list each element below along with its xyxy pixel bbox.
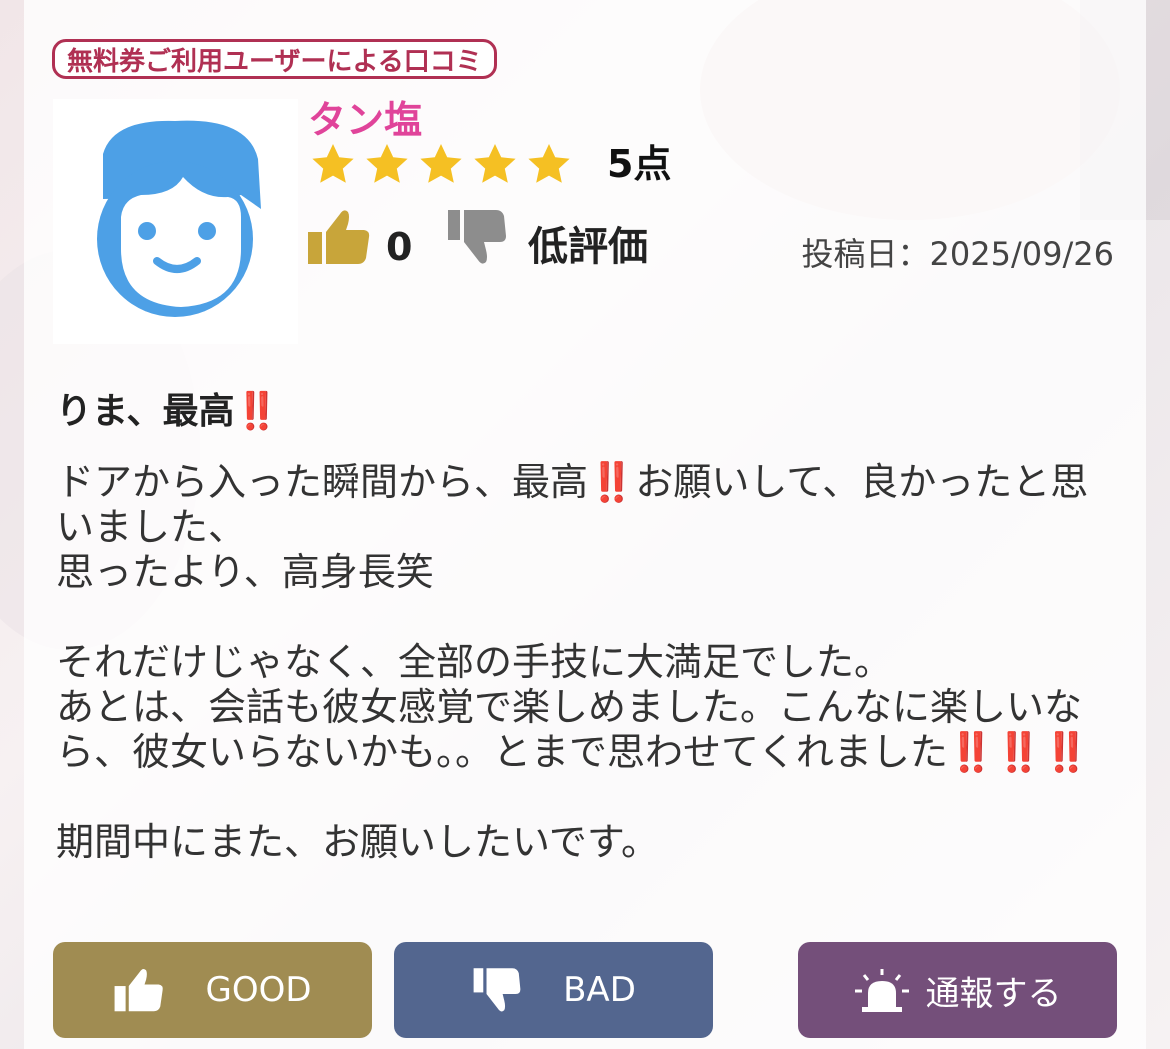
good-button[interactable]: GOOD — [53, 942, 372, 1038]
star-icon — [528, 144, 570, 183]
rating-score: 5点 — [607, 142, 672, 186]
star-icon — [420, 144, 462, 183]
review-paragraph: ドアから入った瞬間から、最高‼️お願いして、良かったと思いました、 — [56, 460, 1126, 550]
review-paragraph: 思ったより、高身長笑 — [56, 550, 434, 594]
review-type-badge: 無料券ご利用ユーザーによる口コミ — [52, 39, 497, 79]
like-count: 0 — [386, 225, 413, 269]
review-title-text: りま、最高 — [56, 391, 235, 432]
boy-face-icon — [97, 120, 261, 317]
double-exclamation-emoji: ‼️ — [234, 391, 280, 432]
review-text: ドアから入った瞬間から、最高 — [56, 460, 589, 504]
review-body: ドアから入った瞬間から、最高‼️お願いして、良かったと思いました、 思ったより、… — [56, 460, 1126, 865]
reviewer-name[interactable]: タン塩 — [308, 96, 422, 144]
report-button[interactable]: 通報する — [798, 942, 1117, 1038]
review-paragraph: あとは、会話も彼女感覚で楽しめました。こんなに楽しいなら、彼女いらないかも。。と… — [56, 685, 1126, 775]
report-button-label: 通報する — [925, 973, 1062, 1014]
star-icon — [474, 144, 516, 183]
review-text: あとは、会話も彼女感覚で楽しめました。こんなに楽しいなら、彼女いらないかも。。と… — [56, 685, 1083, 774]
bad-button-label: BAD — [563, 970, 636, 1010]
bad-button[interactable]: BAD — [394, 942, 713, 1038]
good-button-label: GOOD — [205, 970, 312, 1010]
thumbs-down-icon — [473, 968, 521, 1012]
review-title: りま、最高‼️ — [56, 388, 279, 436]
thumbs-up-icon — [115, 969, 164, 1012]
siren-alarm-icon — [854, 969, 909, 1012]
star-icon — [366, 144, 408, 183]
double-exclamation-emoji: ‼️ — [588, 460, 636, 504]
review-paragraph: それだけじゃなく、全部の手技に大満足でした。 — [56, 640, 893, 684]
triple-double-exclamation-emoji: ‼️‼️‼️ — [947, 730, 1090, 774]
post-date: 投稿日：2025/09/26 — [801, 235, 1114, 273]
dislike-thumbs-down-icon[interactable] — [446, 206, 508, 268]
review-paragraph: 期間中にまた、お願いしたいです。 — [56, 820, 660, 864]
star-rating — [308, 142, 574, 188]
dislike-label[interactable]: 低評価 — [528, 222, 648, 272]
avatar — [53, 99, 298, 344]
star-icon — [312, 144, 354, 183]
like-thumbs-up-icon[interactable] — [306, 206, 372, 268]
